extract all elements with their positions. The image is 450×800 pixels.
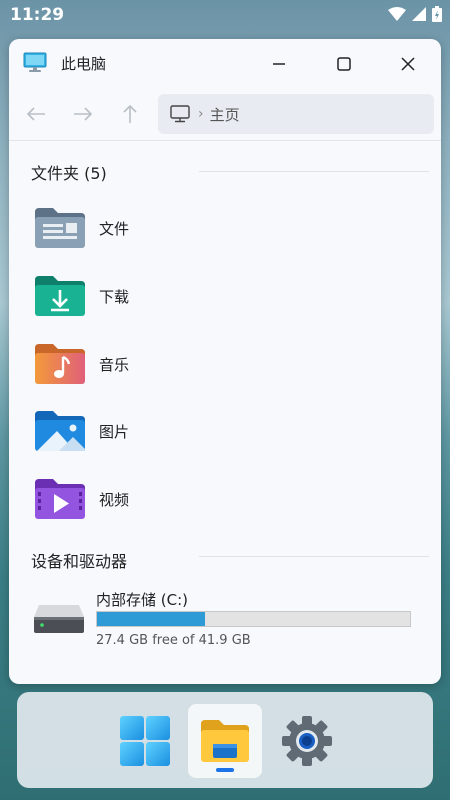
- file-explorer-icon: [201, 720, 249, 762]
- close-button[interactable]: [395, 51, 421, 77]
- divider: [9, 140, 441, 141]
- start-icon: [120, 716, 170, 766]
- address-location: 主页: [209, 105, 240, 124]
- settings-icon: [282, 716, 332, 766]
- battery-icon: [432, 6, 442, 22]
- folder-label: 视频: [99, 490, 130, 509]
- documents-folder-icon: [33, 206, 87, 250]
- divider: [199, 556, 429, 557]
- maximize-icon: [337, 57, 351, 71]
- file-explorer-window: 此电脑 › 主页 文件夹 (5) 文件 下载 音乐 图片 视频 设备和驱动器 内…: [9, 39, 441, 684]
- signal-icon: [412, 7, 426, 21]
- folder-item-documents[interactable]: 文件: [33, 204, 333, 252]
- forward-button[interactable]: [70, 101, 96, 127]
- folder-label: 音乐: [99, 355, 130, 374]
- window-title: 此电脑: [61, 55, 107, 73]
- minimize-icon: [273, 63, 285, 65]
- status-time: 11:29: [10, 5, 65, 25]
- arrow-right-icon: [74, 107, 93, 121]
- folder-item-downloads[interactable]: 下载: [33, 272, 333, 320]
- divider: [199, 171, 429, 172]
- start-button[interactable]: [108, 704, 182, 778]
- back-button[interactable]: [23, 101, 49, 127]
- drive-item-c[interactable]: 内部存储 (C:) 27.4 GB free of 41.9 GB: [33, 585, 433, 649]
- folder-item-pictures[interactable]: 图片: [33, 407, 333, 455]
- monitor-icon: [170, 105, 190, 123]
- drive-name: 内部存储 (C:): [96, 591, 188, 609]
- drive-space-info: 27.4 GB free of 41.9 GB: [96, 633, 251, 648]
- active-indicator: [216, 768, 234, 772]
- wifi-icon: [388, 7, 406, 21]
- title-bar: 此电脑: [9, 39, 441, 87]
- hard-drive-icon: [33, 603, 85, 639]
- music-folder-icon: [33, 342, 87, 386]
- status-bar: 11:29: [0, 0, 450, 32]
- arrow-left-icon: [26, 107, 45, 121]
- arrow-up-icon: [123, 104, 137, 123]
- file-explorer-taskbar-button[interactable]: [188, 704, 262, 778]
- computer-icon: [23, 52, 47, 78]
- folder-item-music[interactable]: 音乐: [33, 340, 333, 388]
- status-icons: [388, 6, 442, 22]
- storage-usage-fill: [97, 612, 206, 626]
- chevron-right-icon: ›: [198, 106, 204, 122]
- taskbar: [17, 692, 433, 788]
- pictures-folder-icon: [33, 409, 87, 453]
- close-icon: [401, 57, 415, 71]
- downloads-folder-icon: [33, 274, 87, 318]
- folder-label: 图片: [99, 422, 130, 441]
- navigation-bar: › 主页: [9, 93, 441, 135]
- settings-button[interactable]: [270, 704, 344, 778]
- maximize-button[interactable]: [331, 51, 357, 77]
- devices-heading: 设备和驱动器: [31, 552, 128, 571]
- up-button[interactable]: [117, 101, 143, 127]
- videos-folder-icon: [33, 477, 87, 521]
- folder-label: 下载: [99, 287, 130, 306]
- folder-label: 文件: [99, 219, 130, 238]
- storage-usage-bar: [96, 611, 411, 627]
- minimize-button[interactable]: [266, 51, 292, 77]
- folder-item-videos[interactable]: 视频: [33, 475, 333, 523]
- folders-heading: 文件夹 (5): [31, 164, 107, 183]
- address-bar[interactable]: › 主页: [158, 94, 434, 134]
